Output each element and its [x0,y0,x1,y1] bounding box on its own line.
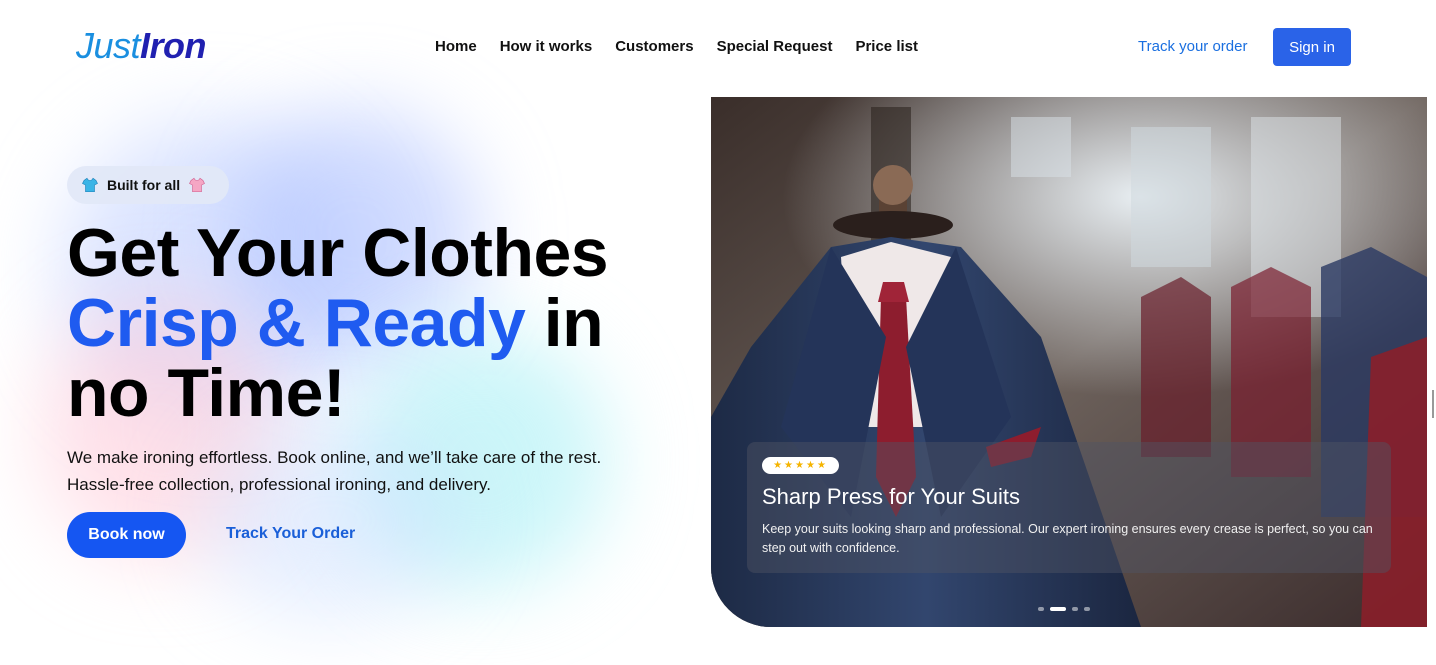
logo[interactable]: Just Iron [76,25,207,66]
logo-part-2: Iron [140,25,207,66]
carousel-dot[interactable] [1084,607,1090,611]
carousel-dot[interactable] [1038,607,1044,611]
nav-item-price-list[interactable]: Price list [855,36,918,58]
carousel-dot-active[interactable] [1050,607,1066,611]
book-now-button[interactable]: Book now [67,512,186,558]
track-your-order-link[interactable]: Track your order [1138,37,1247,57]
slide-text: Keep your suits looking sharp and profes… [762,522,1373,555]
hero-title: Get Your Clothes Crisp & Ready in no Tim… [67,218,687,428]
carousel-dots [1038,607,1090,611]
hero-title-accent: Crisp & Ready [67,285,526,361]
scrollbar[interactable] [1432,390,1434,418]
nav-item-how-it-works[interactable]: How it works [500,36,593,58]
main-nav: Home How it works Customers Special Requ… [435,36,941,58]
shirt-icon [82,177,98,193]
built-for-all-badge: Built for all [67,166,229,204]
logo-part-1: Just [76,25,141,66]
page: Just Iron Home How it works Customers Spe… [0,0,1436,665]
hero-subtitle-line-2: Hassle-free collection, professional iro… [67,475,491,494]
nav-item-special-request[interactable]: Special Request [717,36,833,58]
hero-carousel: ★★★★★ Sharp Press for Your Suits Keep yo… [711,97,1427,627]
hero-subtitle: We make ironing effortless. Book online,… [67,444,647,498]
shirt-icon [189,177,206,193]
nav-item-home[interactable]: Home [435,36,477,58]
hero-subtitle-line-1: We make ironing effortless. Book online,… [67,448,602,467]
hero-title-line-2-rest: in [525,285,604,361]
track-your-order-button[interactable]: Track Your Order [226,524,355,544]
hero-title-line-3: no Time! [67,355,346,431]
badge-label: Built for all [107,177,181,193]
nav-item-customers[interactable]: Customers [615,36,693,58]
slide-caption-card: ★★★★★ Sharp Press for Your Suits Keep yo… [747,442,1391,573]
rating-stars: ★★★★★ [762,457,839,474]
hero-title-line-1: Get Your Clothes [67,215,609,291]
sign-in-button[interactable]: Sign in [1273,28,1351,66]
carousel-dot[interactable] [1072,607,1078,611]
slide-title: Sharp Press for Your Suits [762,484,1021,509]
